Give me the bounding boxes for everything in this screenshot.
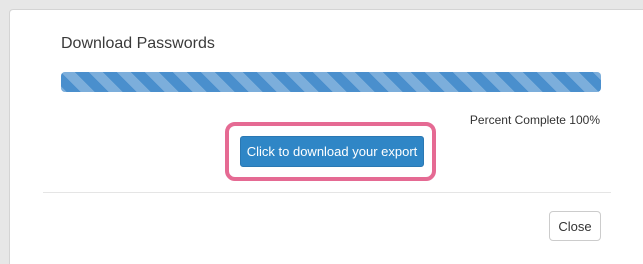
close-button[interactable]: Close: [549, 211, 601, 241]
modal-footer-divider: [43, 192, 611, 193]
download-export-button[interactable]: Click to download your export: [240, 136, 424, 167]
modal-title: Download Passwords: [61, 35, 215, 52]
progress-bar: [61, 72, 601, 92]
download-passwords-modal: Download Passwords Percent Complete 100%…: [9, 9, 643, 264]
progress-bar-fill: [61, 72, 601, 92]
progress-status-text: Percent Complete 100%: [469, 113, 600, 127]
